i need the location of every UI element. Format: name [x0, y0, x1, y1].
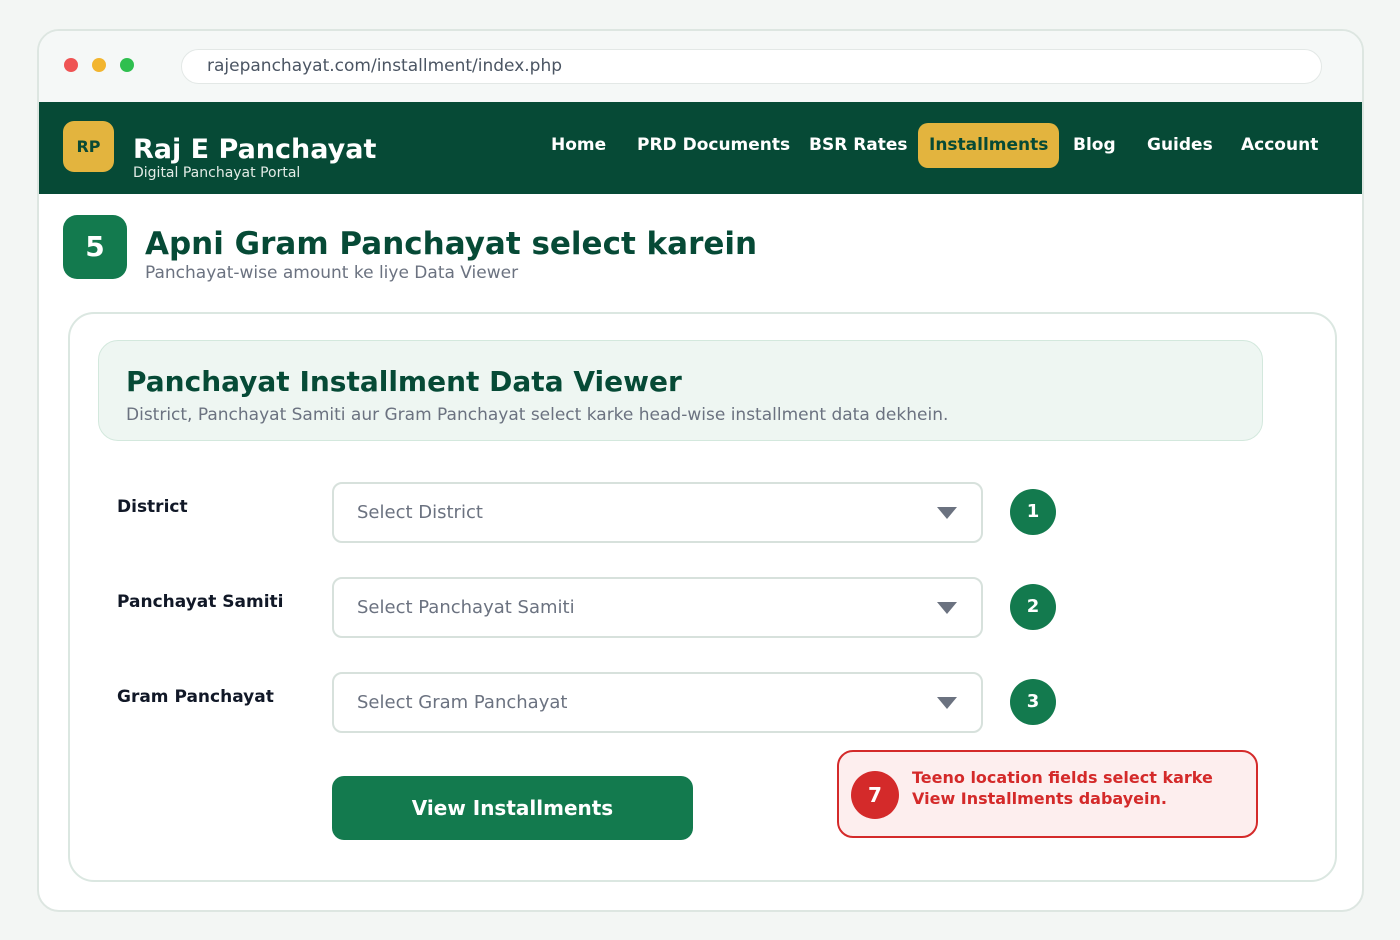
callout-step-badge: 7 — [851, 771, 899, 819]
nav-home[interactable]: Home — [540, 123, 617, 168]
callout-text: Teeno location fields select karke View … — [912, 768, 1213, 808]
address-bar[interactable]: rajepanchayat.com/installment/index.php — [181, 49, 1322, 84]
instruction-callout: 7 Teeno location fields select karke Vie… — [837, 750, 1258, 838]
close-window-dot[interactable] — [64, 58, 78, 72]
step-badge-1: 1 — [1010, 489, 1056, 535]
nav-blog[interactable]: Blog — [1062, 123, 1127, 168]
nav-prd-documents[interactable]: PRD Documents — [626, 123, 801, 168]
view-installments-button[interactable]: View Installments — [332, 776, 693, 840]
nav-installments[interactable]: Installments — [918, 123, 1060, 168]
nav-account[interactable]: Account — [1230, 123, 1329, 168]
site-header: RP Raj E Panchayat Digital Panchayat Por… — [39, 102, 1362, 194]
browser-chrome: rajepanchayat.com/installment/index.php — [39, 31, 1362, 102]
panchayat-samiti-select-placeholder: Select Panchayat Samiti — [357, 597, 575, 618]
browser-window: rajepanchayat.com/installment/index.php … — [37, 29, 1364, 912]
panchayat-samiti-label: Panchayat Samiti — [117, 592, 284, 612]
nav-guides[interactable]: Guides — [1136, 123, 1224, 168]
nav-bsr-rates[interactable]: BSR Rates — [798, 123, 919, 168]
step-badge-3: 3 — [1010, 679, 1056, 725]
gram-panchayat-select-placeholder: Select Gram Panchayat — [357, 692, 568, 713]
step-title: Apni Gram Panchayat select karein — [145, 226, 758, 262]
gram-panchayat-label: Gram Panchayat — [117, 687, 274, 707]
district-select-placeholder: Select District — [357, 502, 483, 523]
chevron-down-icon — [937, 697, 957, 709]
maximize-window-dot[interactable] — [120, 58, 134, 72]
site-logo[interactable]: RP — [63, 121, 114, 172]
minimize-window-dot[interactable] — [92, 58, 106, 72]
site-title[interactable]: Raj E Panchayat — [133, 134, 376, 165]
district-label: District — [117, 497, 188, 517]
step-badge-2: 2 — [1010, 584, 1056, 630]
step-subtitle: Panchayat-wise amount ke liye Data Viewe… — [145, 263, 519, 283]
gram-panchayat-select[interactable]: Select Gram Panchayat — [332, 672, 983, 733]
step-number-badge: 5 — [63, 215, 127, 279]
site-subtitle: Digital Panchayat Portal — [133, 165, 301, 181]
panchayat-samiti-select[interactable]: Select Panchayat Samiti — [332, 577, 983, 638]
data-viewer-card: Panchayat Installment Data Viewer Distri… — [68, 312, 1337, 882]
chevron-down-icon — [937, 507, 957, 519]
viewer-description: District, Panchayat Samiti aur Gram Panc… — [126, 405, 949, 425]
viewer-intro-panel: Panchayat Installment Data Viewer Distri… — [98, 340, 1263, 441]
chevron-down-icon — [937, 602, 957, 614]
viewer-title: Panchayat Installment Data Viewer — [126, 365, 682, 398]
district-select[interactable]: Select District — [332, 482, 983, 543]
